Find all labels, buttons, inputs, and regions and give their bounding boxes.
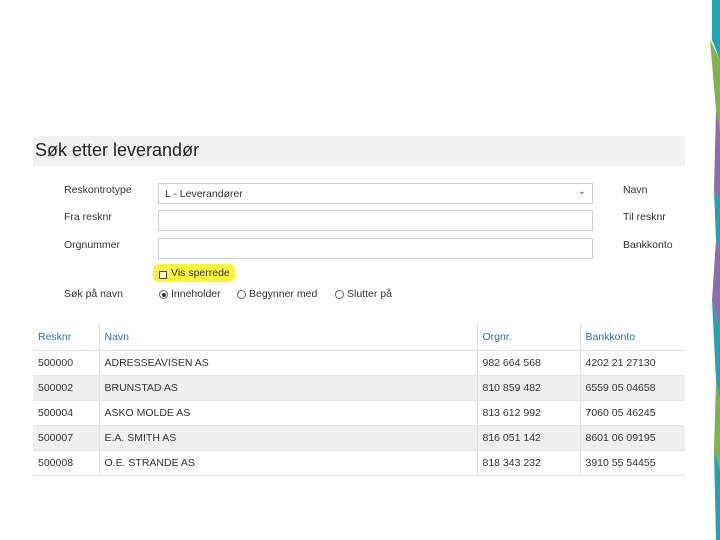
cell-resknr: 500004 [33, 400, 100, 426]
cell-resknr: 500008 [33, 450, 100, 476]
radio-inneholder-label: Inneholder [171, 288, 221, 300]
table-row[interactable]: 500002 BRUNSTAD AS 810 859 482 6559 05 0… [33, 375, 685, 401]
orgnummer-label: Orgnummer [64, 239, 121, 251]
vis-sperrede-label: Vis sperrede [171, 267, 230, 279]
sok-pa-navn-label: Søk på navn [64, 288, 123, 300]
cell-orgnr: 982 664 568 [477, 350, 581, 376]
cell-orgnr: 818 343 232 [477, 450, 581, 476]
reskontrotype-label: Reskontrotype [64, 184, 132, 196]
radio-begynner-med[interactable] [237, 290, 246, 299]
cell-orgnr: 810 859 482 [477, 375, 581, 401]
fra-resknr-field[interactable] [158, 210, 593, 231]
cell-resknr: 500007 [33, 425, 100, 451]
fra-resknr-label: Fra resknr [64, 211, 112, 223]
cell-navn: ASKO MOLDE AS [99, 400, 478, 426]
cell-bankkonto: 4202 21 27130 [580, 350, 685, 376]
reskontrotype-value: L - Leverandører [165, 188, 243, 200]
title-bar: Søk etter leverandør [33, 136, 685, 166]
radio-slutter-pa-label: Slutter på [347, 288, 392, 300]
cell-resknr: 500000 [33, 350, 100, 376]
cell-resknr: 500002 [33, 375, 100, 401]
cell-bankkonto: 7060 05 46245 [580, 400, 685, 426]
cell-bankkonto: 6559 05 04658 [580, 375, 685, 401]
chevron-down-icon: ⌄ [577, 186, 586, 197]
vis-sperrede-checkbox[interactable] [159, 271, 167, 279]
results-table: Resknr Navn Orgnr. Bankkonto 500000 ADRE… [33, 324, 685, 476]
bankkonto-label: Bankkonto [623, 239, 673, 251]
cell-bankkonto: 8601 06 09195 [580, 425, 685, 451]
cell-navn: ADRESSEAVISEN AS [99, 350, 478, 376]
cell-orgnr: 816 051 142 [477, 425, 581, 451]
cell-navn: O.E. STRANDE AS [99, 450, 478, 476]
table-header-row: Resknr Navn Orgnr. Bankkonto [33, 324, 685, 351]
table-row[interactable]: 500004 ASKO MOLDE AS 813 612 992 7060 05… [33, 400, 685, 426]
column-header-bankkonto[interactable]: Bankkonto [580, 324, 685, 351]
table-row[interactable]: 500007 E.A. SMITH AS 816 051 142 8601 06… [33, 425, 685, 451]
navn-label: Navn [623, 184, 648, 196]
page-title: Søk etter leverandør [35, 140, 200, 160]
til-resknr-label: Til resknr [623, 211, 666, 223]
radio-inneholder[interactable] [159, 290, 168, 299]
reskontrotype-select[interactable]: L - Leverandører ⌄ [158, 183, 593, 204]
table-row[interactable]: 500008 O.E. STRANDE AS 818 343 232 3910 … [33, 450, 685, 476]
orgnummer-field[interactable] [158, 238, 593, 259]
decorative-side-stripe [706, 0, 720, 540]
cell-navn: E.A. SMITH AS [99, 425, 478, 451]
column-header-orgnr[interactable]: Orgnr. [477, 324, 581, 351]
cell-bankkonto: 3910 55 54455 [580, 450, 685, 476]
cell-navn: BRUNSTAD AS [99, 375, 478, 401]
radio-slutter-pa[interactable] [335, 290, 344, 299]
column-header-resknr[interactable]: Resknr [33, 324, 100, 351]
column-header-navn[interactable]: Navn [99, 324, 478, 351]
table-row[interactable]: 500000 ADRESSEAVISEN AS 982 664 568 4202… [33, 350, 685, 376]
search-panel: Søk etter leverandør Reskontrotype Fra r… [33, 136, 685, 476]
radio-begynner-med-label: Begynner med [249, 288, 318, 300]
cell-orgnr: 813 612 992 [477, 400, 581, 426]
